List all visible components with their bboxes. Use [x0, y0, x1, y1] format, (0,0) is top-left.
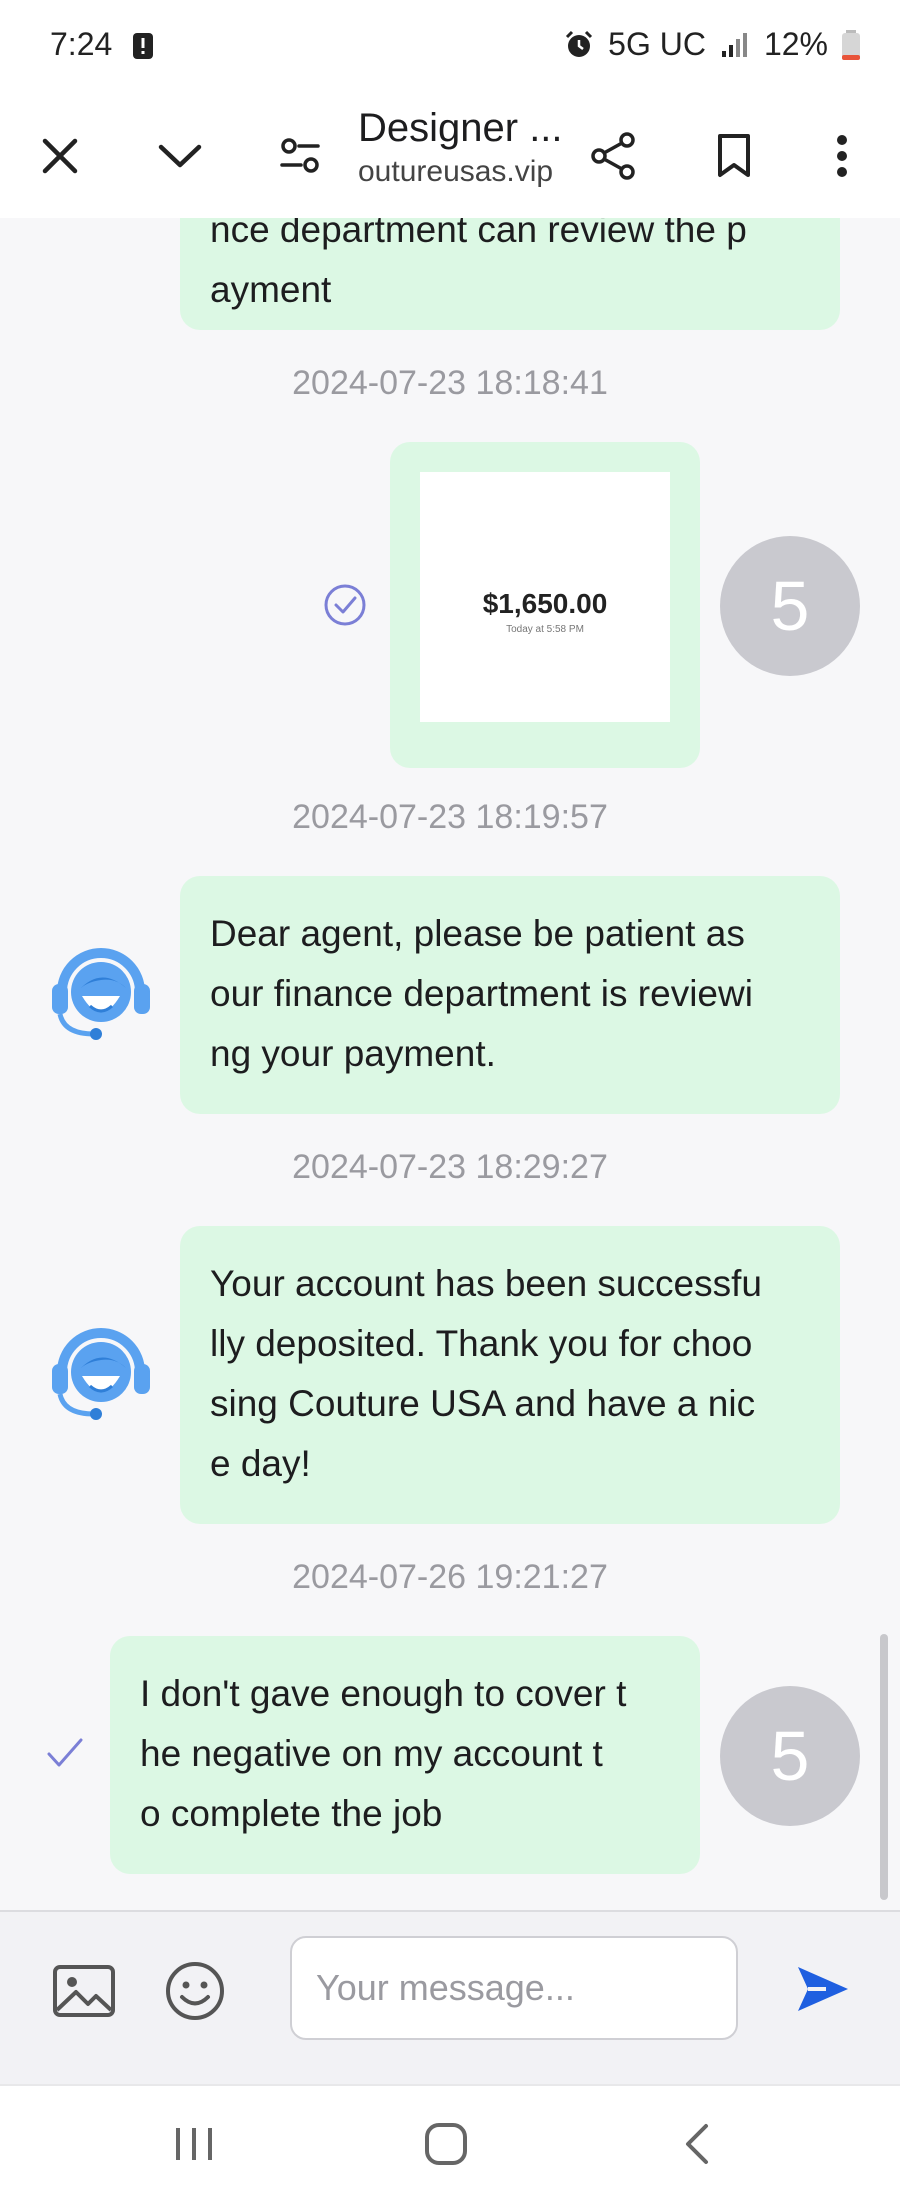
- agent-message-bubble: Your account has been successfu lly depo…: [180, 1226, 840, 1524]
- alarm-icon: [566, 30, 593, 57]
- page-settings-icon[interactable]: [268, 124, 332, 188]
- back-icon[interactable]: [682, 2122, 712, 2166]
- page-url: outureusas.vip: [358, 155, 554, 188]
- payment-screenshot[interactable]: $1,650.00 Today at 5:58 PM: [420, 472, 670, 722]
- message-timestamp: 2024-07-26 19:21:27: [292, 1558, 608, 1596]
- chevron-down-icon[interactable]: [148, 124, 212, 188]
- browser-toolbar: Designer ... outureusas.vip: [0, 96, 900, 220]
- message-line: I don't gave enough to cover t: [140, 1673, 627, 1714]
- image-message-bubble[interactable]: $1,650.00 Today at 5:58 PM: [390, 442, 700, 768]
- bookmark-icon[interactable]: [702, 124, 766, 188]
- agent-avatar-icon: [52, 948, 150, 1040]
- message-line: ayment: [210, 269, 332, 310]
- message-timestamp: 2024-07-23 18:29:27: [292, 1148, 608, 1186]
- message-timestamp: 2024-07-23 18:18:41: [292, 364, 608, 402]
- sent-check-icon: [324, 584, 366, 626]
- signal-icon: [721, 32, 747, 57]
- message-line: our finance department is reviewi: [210, 973, 753, 1014]
- alert-icon: [133, 33, 153, 59]
- sent-check-icon: [47, 1738, 83, 1767]
- agent-avatar-icon: [52, 1328, 150, 1420]
- avatar[interactable]: 5: [720, 536, 860, 676]
- recent-apps-icon[interactable]: [172, 2124, 216, 2164]
- payment-caption: Today at 5:58 PM: [506, 624, 584, 635]
- message-line: sing Couture USA and have a nic: [210, 1383, 756, 1424]
- agent-message-bubble: Dear agent, please be patient as our fin…: [180, 876, 840, 1114]
- emoji-icon[interactable]: [164, 1960, 226, 2022]
- message-line: e day!: [210, 1443, 311, 1484]
- close-icon[interactable]: [28, 124, 92, 188]
- chat-scrollbar[interactable]: [880, 1634, 888, 1900]
- agent-message-bubble: nce department can review the p ayment: [180, 218, 840, 330]
- message-input[interactable]: [290, 1936, 738, 2040]
- share-icon[interactable]: [582, 124, 646, 188]
- network-label: 5G UC: [608, 26, 706, 62]
- message-line: Dear agent, please be patient as: [210, 913, 745, 954]
- message-input-bar: [0, 1910, 900, 2086]
- status-right: 5G UC 12%: [564, 26, 860, 63]
- status-time: 7:24: [50, 26, 113, 62]
- chat-area[interactable]: nce department can review the p ayment 2…: [0, 218, 900, 1910]
- message-line: Your account has been successfu: [210, 1263, 762, 1304]
- battery-icon: [842, 29, 860, 60]
- battery-label: 12%: [763, 26, 828, 62]
- home-icon[interactable]: [424, 2122, 468, 2166]
- message-line: lly deposited. Thank you for choo: [210, 1323, 753, 1364]
- more-options-icon[interactable]: [810, 124, 874, 188]
- page-title: Designer ...: [358, 106, 563, 150]
- system-navigation-bar: [0, 2084, 900, 2202]
- image-icon[interactable]: [52, 1964, 116, 2018]
- payment-amount: $1,650.00: [482, 588, 608, 619]
- message-line: ng your payment.: [210, 1033, 496, 1074]
- send-icon[interactable]: [796, 1964, 850, 2014]
- message-timestamp: 2024-07-23 18:19:57: [292, 798, 608, 836]
- message-line: nce department can review the p: [210, 218, 747, 250]
- message-line: he negative on my account t: [140, 1733, 603, 1774]
- user-message-bubble: I don't gave enough to cover t he negati…: [110, 1636, 700, 1874]
- message-line: o complete the job: [140, 1793, 443, 1834]
- avatar[interactable]: 5: [720, 1686, 860, 1826]
- status-bar: 7:24 5G UC 12%: [0, 0, 900, 96]
- page-title-block[interactable]: Designer ... outureusas.vip: [358, 106, 563, 189]
